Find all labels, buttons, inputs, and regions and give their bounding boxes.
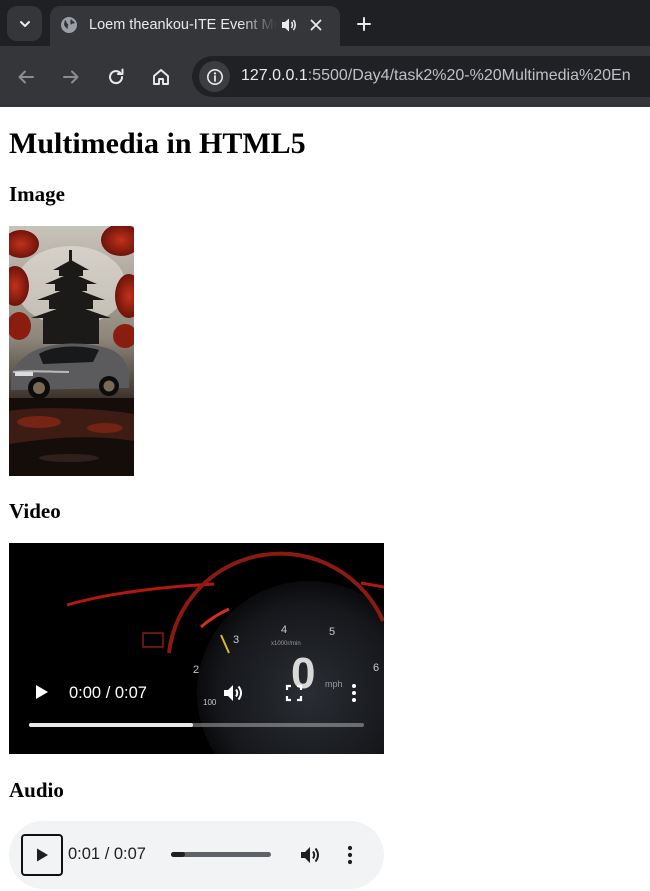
svg-text:5: 5 (329, 626, 335, 638)
back-icon (18, 70, 34, 84)
reload-icon (109, 68, 124, 85)
info-icon (206, 68, 223, 85)
video-player[interactable]: 2 3 4 5 6 100 x1000r/min 0 mph 0:00 / 0:… (9, 543, 384, 754)
page-content: Multimedia in HTML5 Image Video 2 3 4 5 … (0, 107, 650, 891)
svg-text:4: 4 (281, 624, 287, 636)
video-section-heading: Video (9, 499, 61, 523)
active-tab[interactable]: Loem theankou-ITE Event Multimedia in HT… (50, 6, 340, 46)
audio-section-heading: Audio (9, 778, 64, 802)
close-icon (310, 19, 322, 31)
car-pagoda-image (9, 226, 134, 476)
new-tab-button[interactable] (351, 11, 377, 37)
url-host: 127.0.0.1 (241, 67, 308, 84)
volume-icon[interactable] (299, 843, 323, 867)
audio-progress-bar[interactable] (171, 852, 271, 857)
home-button[interactable] (147, 63, 175, 91)
reload-button[interactable] (102, 63, 130, 91)
volume-icon[interactable] (222, 682, 246, 704)
video-time: 0:00 / 0:07 (69, 684, 147, 702)
svg-text:x1000r/min: x1000r/min (271, 641, 301, 647)
audio-progress-fill (171, 852, 185, 857)
page-title: Multimedia in HTML5 (9, 127, 306, 160)
more-options-icon[interactable] (345, 682, 363, 704)
home-icon (153, 69, 169, 85)
svg-text:3: 3 (233, 634, 239, 646)
play-icon[interactable] (31, 682, 51, 702)
svg-text:6: 6 (373, 662, 379, 674)
site-info-button[interactable] (199, 61, 230, 92)
address-bar[interactable]: 127.0.0.1:5500/Day4/task2%20-%20Multimed… (192, 56, 650, 97)
tab-search-button[interactable] (7, 6, 42, 41)
plus-icon (357, 17, 371, 31)
svg-text:2: 2 (193, 664, 199, 676)
back-button[interactable] (12, 63, 40, 91)
audio-player: 0:01 / 0:07 (9, 821, 384, 889)
play-icon (37, 848, 48, 862)
audio-time: 0:01 / 0:07 (68, 845, 146, 863)
video-progress-fill (29, 723, 194, 727)
close-tab-button[interactable] (305, 14, 327, 36)
forward-icon (63, 70, 79, 84)
browser-tab-strip: Loem theankou-ITE Event Multimedia in HT… (0, 0, 650, 46)
svg-text:100: 100 (203, 698, 217, 707)
chevron-down-icon (19, 20, 30, 27)
browser-toolbar: 127.0.0.1:5500/Day4/task2%20-%20Multimed… (0, 46, 650, 107)
fullscreen-icon[interactable] (284, 683, 304, 703)
url-text[interactable]: 127.0.0.1:5500/Day4/task2%20-%20Multimed… (241, 65, 631, 87)
url-path: :5500/Day4/task2%20-%20Multimedia%20En (307, 67, 631, 84)
image-section-heading: Image (9, 182, 65, 206)
more-options-icon[interactable] (341, 843, 359, 867)
audio-play-button[interactable] (21, 834, 63, 876)
forward-button[interactable] (57, 63, 85, 91)
tab-title: Loem theankou-ITE Event Multimedia in HT… (89, 17, 277, 33)
globe-icon (61, 17, 77, 33)
svg-text:mph: mph (325, 679, 343, 689)
speaker-icon[interactable] (279, 15, 299, 35)
video-progress-bar[interactable] (29, 723, 364, 727)
